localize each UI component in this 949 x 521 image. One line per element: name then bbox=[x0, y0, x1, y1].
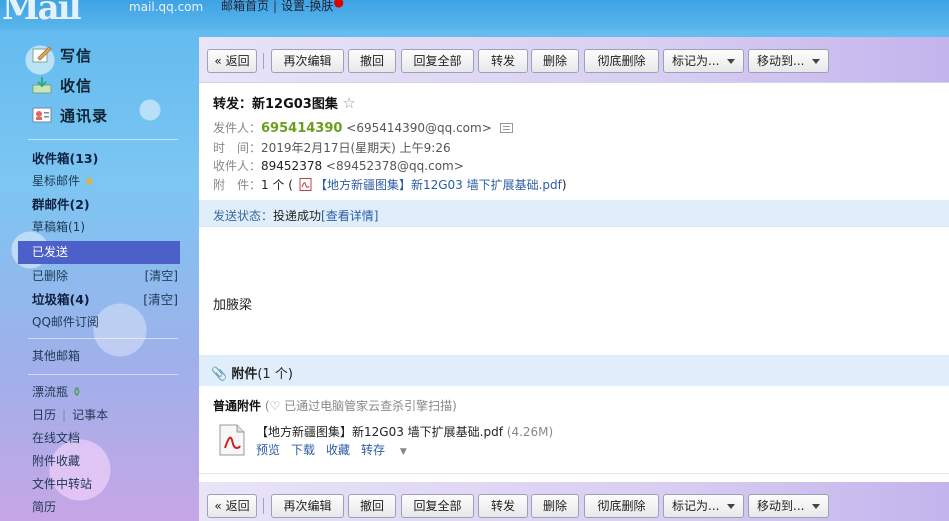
folder-inbox[interactable]: 收件箱(13) bbox=[18, 147, 180, 170]
toolbar-bottom: « 返回 再次编辑 撤回 回复全部 转发 删除 彻底删除 标记为... 移动到.… bbox=[199, 482, 949, 521]
write-icon bbox=[32, 46, 52, 63]
bottle-icon: ⚱ bbox=[71, 385, 82, 399]
mail-header: 转发：新12G03图集 ☆ 发件人：695414390 <695414390@q… bbox=[199, 83, 949, 196]
recipient-name[interactable]: 89452378 bbox=[261, 159, 322, 173]
send-status-bar: 发送状态：投递成功[查看详情] bbox=[199, 200, 949, 227]
attachment-filename[interactable]: 【地方新疆图集】新12G03 墙下扩展基础.pdf (4.26M) bbox=[256, 423, 553, 440]
app-online-docs[interactable]: 在线文档 bbox=[18, 427, 180, 450]
empty-deleted-link[interactable]: [清空] bbox=[145, 265, 178, 288]
star-outline-icon[interactable]: ☆ bbox=[342, 94, 355, 112]
recall-button[interactable]: 撤回 bbox=[348, 494, 396, 518]
sender-name[interactable]: 695414390 bbox=[261, 121, 342, 136]
top-links: 邮箱首页 | 设置-换肤● bbox=[221, 0, 344, 14]
delete-permanently-button[interactable]: 彻底删除 bbox=[584, 494, 659, 518]
receive-button[interactable]: 收信 bbox=[18, 70, 92, 100]
save-to-dropdown[interactable]: 转存 ▼ bbox=[361, 443, 407, 457]
mail-reader: « 返回 再次编辑 撤回 回复全部 转发 删除 彻底删除 标记为... 移动到.… bbox=[199, 37, 949, 521]
recall-button[interactable]: 撤回 bbox=[348, 49, 396, 73]
forward-button[interactable]: 转发 bbox=[478, 494, 528, 518]
attachment-size: (4.26M) bbox=[506, 425, 554, 439]
reply-all-button[interactable]: 回复全部 bbox=[401, 494, 474, 518]
new-dot-icon: ● bbox=[333, 0, 344, 9]
app-attachment-favorites[interactable]: 附件收藏 bbox=[18, 450, 180, 473]
app-file-transfer[interactable]: 文件中转站 bbox=[18, 473, 180, 496]
folder-deleted[interactable]: 已删除 [清空] bbox=[18, 265, 180, 288]
time-row: 时 间：2019年2月17日(星期天) 上午9:26 bbox=[213, 141, 451, 155]
attachment-link[interactable]: 【地方新疆图集】新12G03 墙下扩展基础.pdf bbox=[315, 178, 562, 192]
toolbar-top: « 返回 再次编辑 撤回 回复全部 转发 删除 彻底删除 标记为... 移动到.… bbox=[199, 37, 949, 83]
sidebar-divider bbox=[28, 139, 178, 140]
folder-subscriptions[interactable]: QQ邮件订阅 bbox=[18, 311, 180, 334]
app-notepad[interactable]: 记事本 bbox=[72, 408, 108, 422]
logo-domain: mail.qq.com bbox=[129, 0, 204, 14]
other-mailboxes[interactable]: 其他邮箱 bbox=[18, 345, 180, 368]
folder-starred[interactable]: 星标邮件 ★ bbox=[18, 170, 180, 193]
from-row: 发件人：695414390 <695414390@qq.com> bbox=[213, 119, 513, 136]
folder-drafts[interactable]: 草稿箱(1) bbox=[18, 216, 180, 239]
contacts-button[interactable]: 通讯录 bbox=[18, 100, 108, 130]
inbox-download-icon bbox=[32, 77, 52, 94]
back-button[interactable]: « 返回 bbox=[207, 49, 257, 73]
folder-spam[interactable]: 垃圾箱(4) [清空] bbox=[18, 288, 180, 311]
app-drift-bottle[interactable]: 漂流瓶 ⚱ bbox=[18, 381, 180, 404]
skin-link[interactable]: 换肤 bbox=[309, 0, 333, 13]
delete-permanently-button[interactable]: 彻底删除 bbox=[584, 49, 659, 73]
scan-note: (♡ 已通过电脑管家云查杀引擎扫描) bbox=[264, 399, 457, 413]
pdf-file-icon bbox=[219, 424, 245, 456]
move-to-dropdown[interactable]: 移动到... bbox=[748, 494, 829, 518]
collect-link[interactable]: 收藏 bbox=[326, 443, 350, 457]
app-calendar[interactable]: 日历 | 记事本 bbox=[18, 404, 180, 427]
mail-subject: 转发：新12G03图集 ☆ bbox=[213, 94, 356, 112]
top-bar: Mail mail.qq.com 邮箱首页 | 设置-换肤● bbox=[0, 0, 949, 30]
delete-button[interactable]: 删除 bbox=[531, 494, 579, 518]
empty-spam-link[interactable]: [清空] bbox=[143, 288, 178, 311]
pdf-icon bbox=[299, 178, 312, 191]
attachment-actions: 预览 下载 收藏 转存 ▼ bbox=[256, 441, 418, 458]
to-row: 收件人：89452378 <89452378@qq.com> bbox=[213, 159, 464, 173]
attachments-panel: 普通附件 (♡ 已通过电脑管家云查杀引擎扫描) 【地方新疆图集】新12G03 墙… bbox=[199, 386, 949, 474]
mail-body: 加腋梁 bbox=[213, 298, 253, 313]
sidebar-divider bbox=[28, 374, 178, 375]
contacts-icon bbox=[32, 107, 52, 123]
paperclip-icon: 📎 bbox=[211, 367, 228, 382]
folder-sent[interactable]: 已发送 bbox=[18, 241, 180, 264]
vcard-icon[interactable] bbox=[499, 123, 513, 133]
view-details-link[interactable]: [查看详情] bbox=[321, 209, 378, 223]
mark-as-dropdown[interactable]: 标记为... bbox=[663, 49, 744, 73]
reply-all-button[interactable]: 回复全部 bbox=[401, 49, 474, 73]
home-link[interactable]: 邮箱首页 bbox=[221, 0, 269, 13]
folder-group[interactable]: 群邮件(2) bbox=[18, 193, 180, 216]
attachments-header: 📎 附件(1 个) bbox=[199, 355, 949, 386]
delete-button[interactable]: 删除 bbox=[531, 49, 579, 73]
star-icon: ★ bbox=[83, 174, 95, 188]
chevron-down-icon: ▼ bbox=[399, 447, 407, 457]
mark-as-dropdown[interactable]: 标记为... bbox=[663, 494, 744, 518]
recipient-address: <89452378@qq.com> bbox=[325, 159, 464, 173]
send-status: 投递成功 bbox=[273, 209, 322, 223]
sidebar-divider bbox=[28, 338, 178, 339]
forward-button[interactable]: 转发 bbox=[478, 49, 528, 73]
mail-logo[interactable]: Mail bbox=[2, 0, 81, 28]
attachment-row: 附 件：1 个 (【地方新疆图集】新12G03 墙下扩展基础.pdf) bbox=[213, 178, 567, 192]
edit-again-button[interactable]: 再次编辑 bbox=[271, 49, 344, 73]
move-to-dropdown[interactable]: 移动到... bbox=[748, 49, 829, 73]
sender-address: <695414390@qq.com> bbox=[346, 121, 492, 135]
back-button[interactable]: « 返回 bbox=[207, 494, 257, 518]
download-link[interactable]: 下载 bbox=[291, 443, 315, 457]
settings-link[interactable]: 设置 bbox=[281, 0, 305, 13]
write-button[interactable]: 写信 bbox=[18, 40, 92, 70]
edit-again-button[interactable]: 再次编辑 bbox=[271, 494, 344, 518]
app-resume[interactable]: 简历 bbox=[18, 496, 180, 519]
preview-link[interactable]: 预览 bbox=[256, 443, 280, 457]
